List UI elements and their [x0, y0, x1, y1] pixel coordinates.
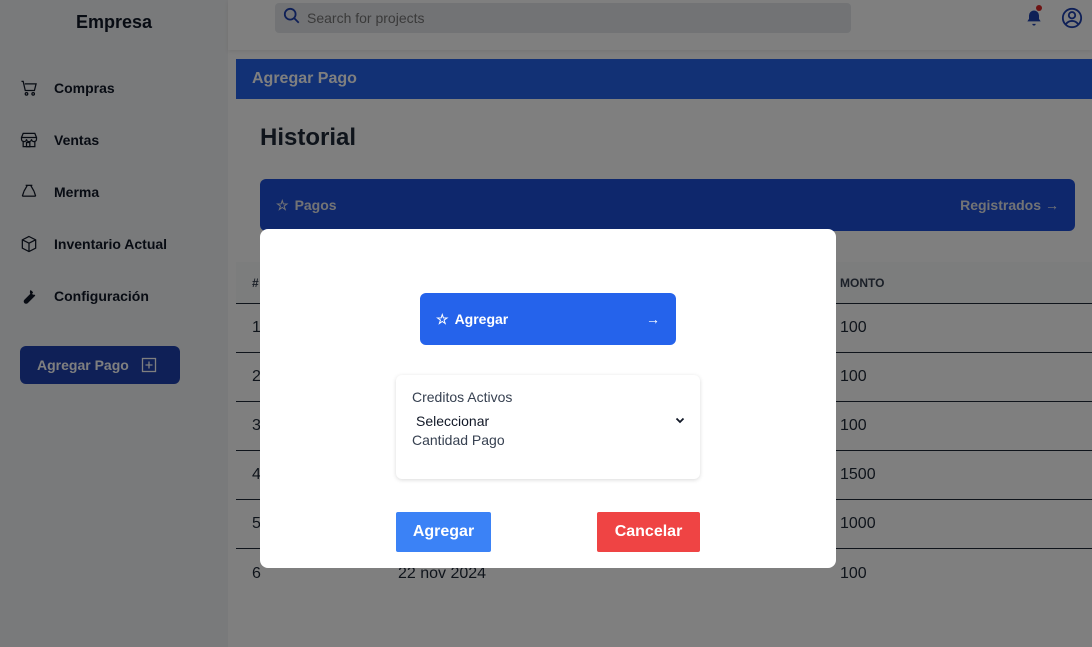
payment-form: Creditos Activos Seleccionar Cantidad Pa… [396, 375, 700, 479]
amount-label: Cantidad Pago [412, 432, 505, 448]
modal-agregar-header-button[interactable]: ☆ Agregar → [420, 293, 676, 345]
modal-agregar-label: Agregar [454, 311, 509, 327]
add-payment-modal: ☆ Agregar → Creditos Activos Seleccionar… [260, 229, 836, 568]
chevron-down-icon [674, 413, 686, 429]
confirm-add-button[interactable]: Agregar [396, 512, 491, 552]
credit-label: Creditos Activos [412, 389, 513, 405]
credit-select-value: Seleccionar [416, 413, 490, 429]
cancel-button[interactable]: Cancelar [597, 512, 700, 552]
star-icon: ☆ [436, 310, 449, 327]
arrow-right-icon: → [646, 311, 660, 327]
credit-select[interactable]: Seleccionar [412, 411, 686, 431]
